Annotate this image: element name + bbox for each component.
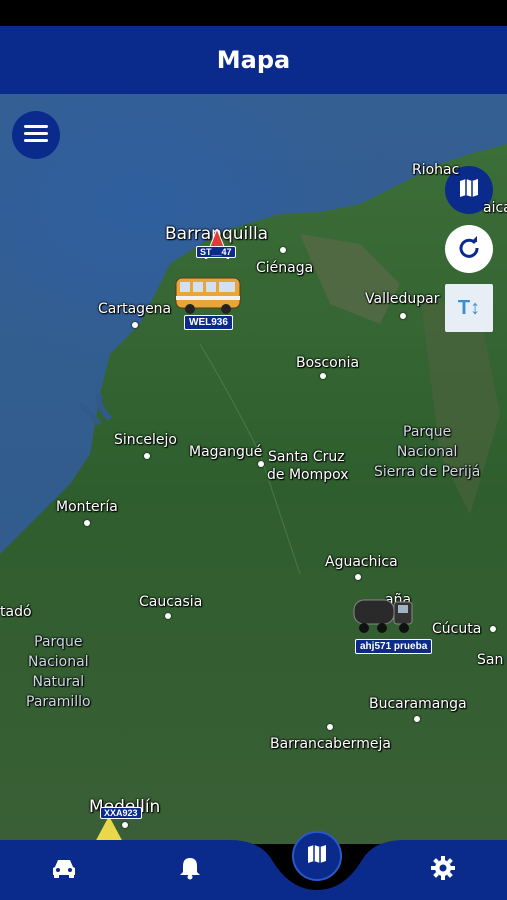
- vehicle-marker-bus[interactable]: [174, 274, 242, 321]
- city-label: de Mompox: [267, 467, 349, 483]
- status-bar: [0, 0, 507, 26]
- city-dot: [490, 626, 496, 632]
- city-dot: [258, 461, 264, 467]
- bell-icon: [179, 856, 201, 885]
- vehicle-plate: WEL936: [184, 315, 233, 330]
- map-layers-icon: [458, 177, 480, 204]
- city-dot: [165, 613, 171, 619]
- car-icon: [51, 857, 77, 884]
- city-label: Santa Cruz: [268, 449, 345, 465]
- city-dot: [144, 453, 150, 459]
- text-size-toggle[interactable]: T↕: [445, 284, 493, 332]
- city-label: Aguachica: [325, 554, 398, 570]
- city-label: Bucaramanga: [369, 696, 467, 712]
- nav-vehicles[interactable]: [42, 848, 86, 892]
- park-label-paramillo: Parque Nacional Natural Paramillo: [26, 634, 91, 710]
- city-label: San: [477, 652, 504, 668]
- city-dot: [320, 373, 326, 379]
- page-title: Mapa: [216, 46, 291, 74]
- gear-icon: [430, 855, 456, 886]
- nav-alerts[interactable]: [168, 848, 212, 892]
- vehicle-plate: ahj571 prueba: [355, 639, 433, 654]
- city-label: Riohac: [412, 162, 460, 178]
- city-dot: [132, 322, 138, 328]
- vehicle-marker-truck[interactable]: [352, 592, 416, 641]
- city-label: Caucasia: [139, 594, 203, 610]
- city-label: Montería: [56, 499, 118, 515]
- city-dot: [400, 313, 406, 319]
- park-label-perija: Parque Nacional Sierra de Perijá: [374, 424, 481, 480]
- city-label: Ciénaga: [256, 260, 314, 276]
- city-label: Barrancabermeja: [270, 736, 391, 752]
- hamburger-menu-icon: [24, 124, 48, 147]
- city-label: Magangué: [189, 444, 263, 460]
- app-header: Mapa: [0, 26, 507, 94]
- city-dot: [327, 724, 333, 730]
- nav-map[interactable]: [292, 831, 342, 881]
- city-label: Valledupar: [365, 291, 440, 307]
- tanker-truck-icon: [352, 599, 416, 640]
- vehicle-plate: XXA923: [100, 807, 142, 819]
- city-label: Cartagena: [98, 301, 172, 317]
- city-dot: [355, 574, 361, 580]
- city-dot: [280, 247, 286, 253]
- map-icon: [306, 843, 328, 870]
- refresh-icon: [457, 235, 481, 264]
- city-label: Cúcuta: [432, 621, 482, 637]
- city-label: aica: [483, 200, 507, 216]
- nav-settings[interactable]: [421, 848, 465, 892]
- refresh-button[interactable]: [445, 225, 493, 273]
- city-label: Bosconia: [296, 355, 360, 371]
- city-label: Sincelejo: [114, 432, 177, 448]
- menu-button[interactable]: [12, 111, 60, 159]
- map-view[interactable]: T↕ Riohac aica Barranquilla Ciénaga Cart…: [0, 94, 507, 844]
- bottom-navigation: [0, 831, 507, 900]
- city-dot: [84, 520, 90, 526]
- vehicle-plate: ST__47: [196, 246, 236, 258]
- city-label: tadó: [0, 604, 32, 620]
- city-dot: [414, 716, 420, 722]
